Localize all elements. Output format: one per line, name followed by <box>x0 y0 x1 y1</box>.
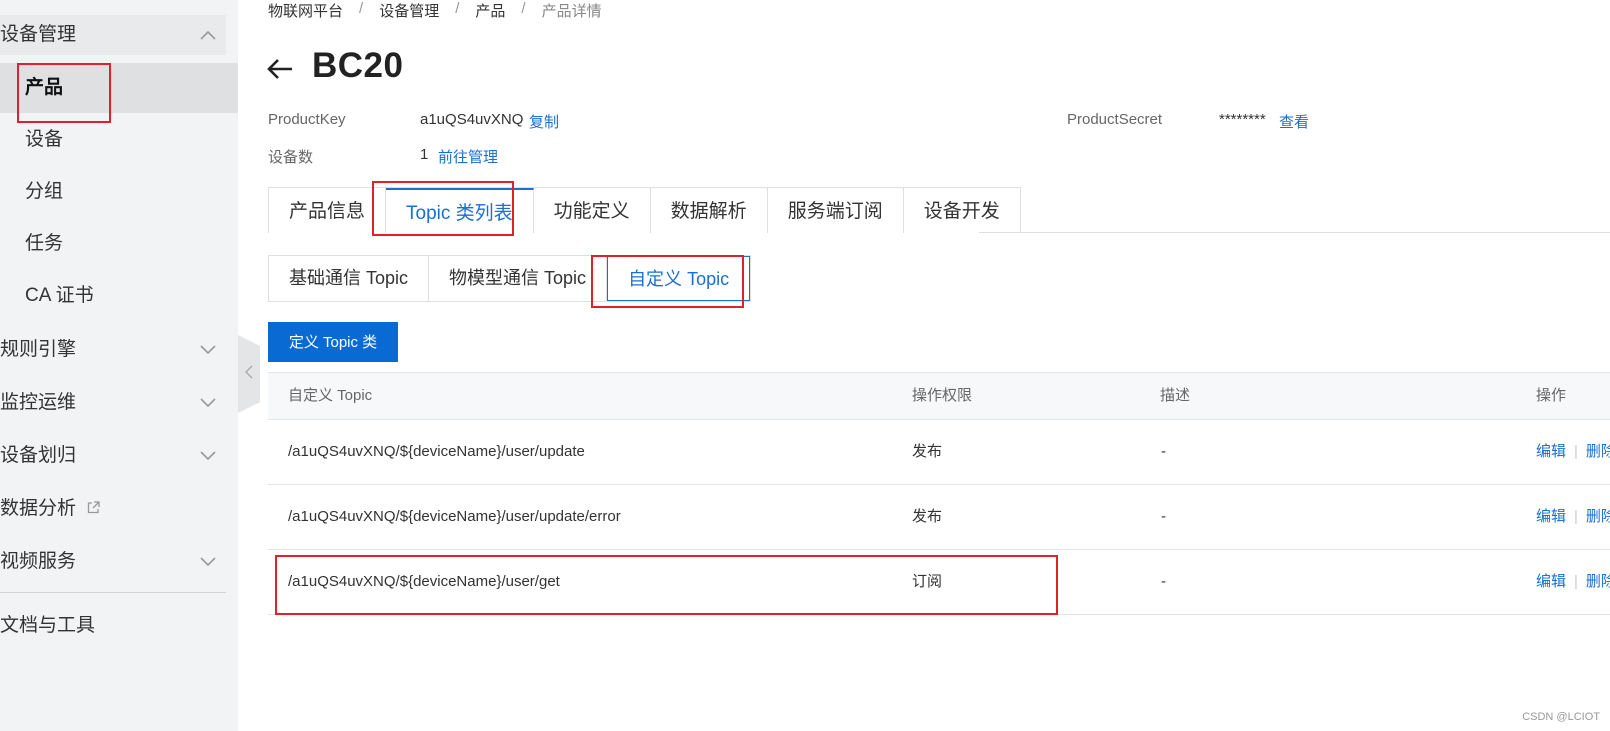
product-tabs: 产品信息 Topic 类列表 功能定义 数据解析 服务端订阅 设备开发 <box>268 187 1021 233</box>
breadcrumb-device-management[interactable]: 设备管理 <box>379 0 439 22</box>
topic-subtabs: 基础通信 Topic 物模型通信 Topic 自定义 Topic <box>268 255 752 302</box>
device-count-label: 设备数 <box>268 149 314 166</box>
view-secret-link[interactable]: 查看 <box>1279 111 1309 132</box>
sidebar-group-data-analysis[interactable]: 数据分析 <box>0 489 226 529</box>
delete-link[interactable]: 删除 <box>1586 573 1610 590</box>
sidebar-collapse-handle[interactable] <box>238 335 260 413</box>
sidebar-item-groups[interactable]: 分组 <box>0 167 238 217</box>
sidebar-group-rule-engine[interactable]: 规则引擎 <box>0 330 226 370</box>
description-cell: - <box>1161 573 1166 590</box>
tab-server-subscription[interactable]: 服务端订阅 <box>767 188 904 233</box>
subtab-custom-topic[interactable]: 自定义 Topic <box>607 256 751 301</box>
sidebar-item-products[interactable]: 产品 <box>0 63 238 113</box>
sidebar-group-label: 监控运维 <box>0 392 77 413</box>
product-key-label: ProductKey <box>268 111 346 128</box>
define-topic-class-button[interactable]: 定义 Topic 类 <box>268 322 398 362</box>
sidebar-group-label: 文档与工具 <box>0 615 96 636</box>
action-separator: | <box>1574 508 1578 525</box>
permission-cell: 发布 <box>912 508 943 525</box>
delete-link[interactable]: 删除 <box>1586 508 1610 525</box>
chevron-down-icon <box>198 383 218 423</box>
permission-cell: 订阅 <box>912 573 943 590</box>
tab-feature-definition[interactable]: 功能定义 <box>533 188 651 233</box>
actions-cell: 编辑 | 删除 <box>1536 420 1610 484</box>
tabs-divider <box>979 232 1610 233</box>
breadcrumb-separator: / <box>359 0 364 17</box>
sidebar-item-label: 设备 <box>25 129 64 150</box>
delete-link[interactable]: 删除 <box>1586 443 1610 460</box>
sidebar-item-tasks[interactable]: 任务 <box>0 219 238 269</box>
chevron-left-icon <box>245 365 253 384</box>
action-separator: | <box>1574 573 1578 590</box>
sidebar-divider <box>0 592 226 593</box>
chevron-down-icon <box>198 330 218 370</box>
topic-cell: /a1uQS4uvXNQ/${deviceName}/user/update <box>288 443 585 460</box>
sidebar-item-label: 分组 <box>25 181 64 202</box>
sidebar-group-label: 规则引擎 <box>0 339 77 360</box>
sidebar-item-label: CA 证书 <box>25 285 94 306</box>
sidebar-group-docs-tools[interactable]: 文档与工具 <box>0 606 226 646</box>
column-header-actions: 操作 <box>1536 387 1567 404</box>
table-row: /a1uQS4uvXNQ/${deviceName}/user/get 订阅 -… <box>268 550 1610 615</box>
table-row: /a1uQS4uvXNQ/${deviceName}/user/update/e… <box>268 485 1610 550</box>
action-separator: | <box>1574 443 1578 460</box>
sidebar-group-label: 设备管理 <box>0 24 77 45</box>
chevron-down-icon <box>198 542 218 582</box>
subtab-thing-model-topic[interactable]: 物模型通信 Topic <box>429 256 608 301</box>
product-secret-value: ******** <box>1219 111 1266 128</box>
topic-cell: /a1uQS4uvXNQ/${deviceName}/user/update/e… <box>288 508 621 525</box>
product-key-value: a1uQS4uvXNQ <box>420 111 524 128</box>
column-header-description: 描述 <box>1160 387 1191 404</box>
product-secret-label: ProductSecret <box>1067 111 1163 128</box>
sidebar-group-label: 视频服务 <box>0 551 77 572</box>
description-cell: - <box>1161 508 1166 525</box>
sidebar-item-ca-certificates[interactable]: CA 证书 <box>0 271 238 321</box>
edit-link[interactable]: 编辑 <box>1536 443 1566 460</box>
permission-cell: 发布 <box>912 443 943 460</box>
actions-cell: 编辑 | 删除 <box>1536 550 1610 614</box>
chevron-down-icon <box>198 436 218 476</box>
topic-table: 自定义 Topic 操作权限 描述 操作 /a1uQS4uvXNQ/${devi… <box>268 372 1610 615</box>
edit-link[interactable]: 编辑 <box>1536 508 1566 525</box>
tab-topic-list[interactable]: Topic 类列表 <box>386 188 534 233</box>
copy-link[interactable]: 复制 <box>529 111 559 132</box>
sidebar-group-video-service[interactable]: 视频服务 <box>0 542 226 582</box>
breadcrumb-separator: / <box>455 0 460 17</box>
manage-devices-link[interactable]: 前往管理 <box>438 146 498 167</box>
chevron-up-icon <box>198 15 218 55</box>
tab-device-development[interactable]: 设备开发 <box>903 188 1020 233</box>
description-cell: - <box>1161 443 1166 460</box>
sidebar-group-device-management[interactable]: 设备管理 <box>0 15 226 55</box>
breadcrumb-iot-platform[interactable]: 物联网平台 <box>268 0 343 22</box>
breadcrumb-products[interactable]: 产品 <box>475 0 505 22</box>
device-count-value: 1 <box>420 146 429 163</box>
page-title: BC20 <box>312 46 404 85</box>
back-arrow-icon[interactable] <box>266 55 294 83</box>
external-link-icon <box>87 489 100 529</box>
edit-link[interactable]: 编辑 <box>1536 573 1566 590</box>
tab-data-parsing[interactable]: 数据解析 <box>650 188 768 233</box>
topic-cell: /a1uQS4uvXNQ/${deviceName}/user/get <box>288 573 560 590</box>
actions-cell: 编辑 | 删除 <box>1536 485 1610 549</box>
breadcrumb: 物联网平台 / 设备管理 / 产品 / 产品详情 <box>268 0 602 22</box>
sidebar-item-devices[interactable]: 设备 <box>0 115 238 165</box>
table-row: /a1uQS4uvXNQ/${deviceName}/user/update 发… <box>268 420 1610 485</box>
table-header: 自定义 Topic 操作权限 描述 操作 <box>268 372 1610 420</box>
breadcrumb-separator: / <box>521 0 526 17</box>
tab-product-info[interactable]: 产品信息 <box>269 188 387 233</box>
watermark: CSDN @LCIOT <box>1522 711 1600 723</box>
sidebar-group-device-assignment[interactable]: 设备划归 <box>0 436 226 476</box>
sidebar-item-label: 产品 <box>25 77 64 98</box>
title-row: BC20 <box>266 44 403 88</box>
column-header-permission: 操作权限 <box>912 387 973 404</box>
sidebar-group-monitoring-ops[interactable]: 监控运维 <box>0 383 226 423</box>
breadcrumb-product-detail: 产品详情 <box>541 3 602 20</box>
column-header-topic: 自定义 Topic <box>288 387 373 404</box>
sidebar: 设备管理 产品 设备 分组 任务 CA 证书 规则引擎 监控运维 设备划归 数据… <box>0 0 238 731</box>
sidebar-item-label: 任务 <box>25 233 64 254</box>
subtab-basic-topic[interactable]: 基础通信 Topic <box>269 256 430 301</box>
sidebar-group-label: 设备划归 <box>0 445 77 466</box>
sidebar-group-label: 数据分析 <box>0 498 77 520</box>
